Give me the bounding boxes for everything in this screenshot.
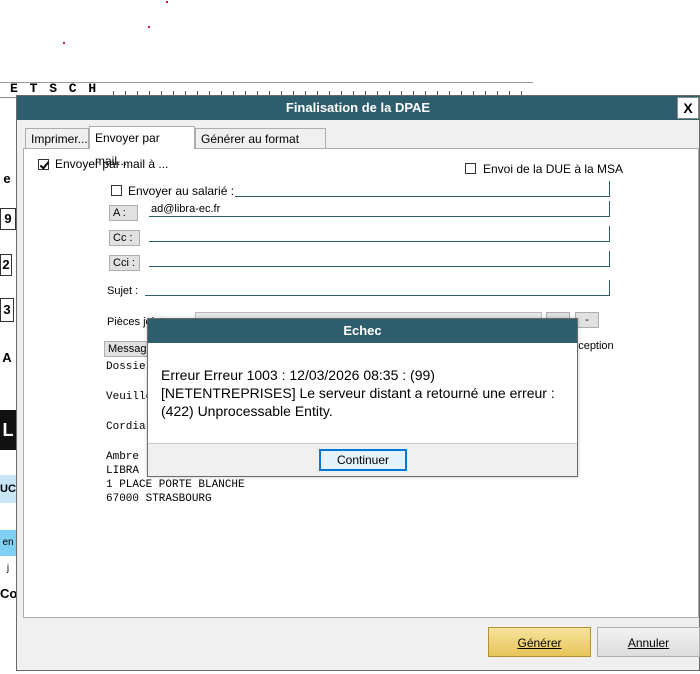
cc-button[interactable]: Cc : bbox=[109, 230, 140, 246]
background-fragment: e bbox=[0, 172, 14, 186]
due-msa-checkbox[interactable] bbox=[465, 163, 476, 174]
dialog-title: Finalisation de la DPAE bbox=[285, 100, 431, 115]
remove-attachment-button[interactable]: - bbox=[575, 312, 599, 328]
cc-field[interactable] bbox=[149, 226, 610, 242]
background-fragment: UC bbox=[0, 475, 16, 503]
background-fragment: 9 bbox=[0, 208, 16, 230]
background-fragment: A bbox=[0, 350, 14, 366]
due-msa-label: Envoi de la DUE à la MSA bbox=[483, 162, 624, 176]
body-line: 67000 STRASBOURG bbox=[106, 493, 212, 505]
generate-button-label: Générer bbox=[517, 636, 562, 650]
background-fragment: 3 bbox=[0, 298, 14, 322]
stray-dot bbox=[148, 26, 150, 28]
subject-label: Sujet : bbox=[104, 284, 144, 300]
background-fragment: en j bbox=[0, 530, 16, 574]
error-message: Erreur Erreur 1003 : 12/03/2026 08:35 : … bbox=[161, 367, 555, 419]
background-fragment: 2 bbox=[0, 254, 12, 276]
subject-field[interactable] bbox=[145, 280, 610, 296]
send-employee-checkbox[interactable] bbox=[111, 185, 122, 196]
continue-button[interactable]: Continuer bbox=[319, 449, 407, 471]
stray-dot bbox=[63, 42, 65, 44]
dialog-titlebar: Finalisation de la DPAE bbox=[17, 96, 699, 120]
employee-email-field[interactable] bbox=[235, 181, 610, 197]
error-dialog-footer: Continuer bbox=[148, 443, 577, 476]
cci-button[interactable]: Cci : bbox=[109, 255, 140, 271]
error-dialog: Echec Erreur Erreur 1003 : 12/03/2026 08… bbox=[147, 318, 578, 477]
cci-field[interactable] bbox=[149, 251, 610, 267]
background-ruler-text: E T S C H bbox=[10, 81, 99, 96]
generate-button[interactable]: Générer bbox=[488, 627, 591, 657]
to-button[interactable]: A : bbox=[109, 205, 138, 221]
close-button[interactable]: X bbox=[677, 97, 699, 119]
tab-envoyer-mail[interactable]: Envoyer par mail... bbox=[89, 126, 195, 168]
send-employee-label: Envoyer au salarié : bbox=[128, 184, 235, 198]
send-mail-checkbox[interactable] bbox=[38, 159, 49, 170]
body-line: Dossier bbox=[106, 361, 153, 373]
cancel-button-label: Annuler bbox=[627, 636, 670, 650]
background-fragment: Co bbox=[0, 585, 18, 603]
cancel-button[interactable]: Annuler bbox=[597, 627, 700, 657]
body-line: 1 PLACE PORTE BLANCHE bbox=[106, 479, 245, 491]
stray-dot bbox=[166, 1, 168, 3]
error-dialog-title: Echec bbox=[148, 319, 577, 343]
tab-imprimer[interactable]: Imprimer... bbox=[25, 128, 89, 148]
background-fragment: L bbox=[0, 410, 16, 450]
body-line: LIBRA bbox=[106, 465, 140, 477]
tab-generer-edi[interactable]: Générer au format EDI... bbox=[195, 128, 326, 166]
body-line: Ambre bbox=[106, 451, 140, 463]
to-field[interactable]: ad@libra-ec.fr bbox=[149, 201, 610, 217]
